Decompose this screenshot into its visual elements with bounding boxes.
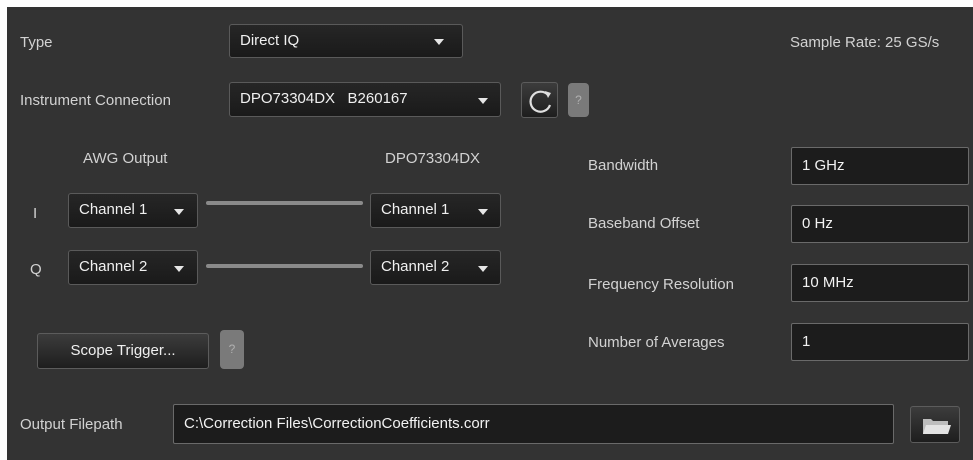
number-of-averages-label: Number of Averages [588,334,725,351]
chevron-down-icon [478,208,488,215]
connection-line-q [206,264,363,268]
chevron-down-icon [174,208,184,215]
channel-row-label-i: I [33,205,38,222]
browse-folder-button[interactable] [910,406,960,443]
frequency-resolution-label: Frequency Resolution [588,276,734,293]
type-dropdown-value: Direct IQ [240,32,300,49]
type-dropdown[interactable]: Direct IQ [229,24,463,58]
sample-rate-text: Sample Rate: 25 GS/s [790,34,940,51]
awg-output-header: AWG Output [83,150,168,167]
scope-trigger-help-button[interactable]: ? [220,330,244,369]
instrument-connection-value: DPO73304DX B260167 [240,90,408,107]
baseband-offset-field[interactable]: 0 Hz [791,205,969,243]
bandwidth-label: Bandwidth [588,157,659,174]
awg-channel-value-q: Channel 2 [79,258,148,275]
folder-icon [923,419,951,434]
awg-channel-dropdown-q[interactable]: Channel 2 [68,250,198,285]
scope-channel-dropdown-i[interactable]: Channel 1 [370,193,501,228]
baseband-offset-label: Baseband Offset [588,215,700,232]
chevron-down-icon [478,97,488,104]
output-filepath-label: Output Filepath [20,416,123,433]
awg-channel-dropdown-i[interactable]: Channel 1 [68,193,198,228]
instrument-connection-label: Instrument Connection [20,92,171,109]
scope-header: DPO73304DX [385,150,481,167]
refresh-icon [529,90,552,113]
chevron-down-icon [478,265,488,272]
instrument-connection-dropdown[interactable]: DPO73304DX B260167 [229,82,501,117]
scope-trigger-button[interactable]: Scope Trigger... [37,333,209,369]
scope-channel-value-q: Channel 2 [381,258,450,275]
frequency-resolution-field[interactable]: 10 MHz [791,264,969,302]
chevron-down-icon [434,39,444,45]
refresh-button[interactable] [521,82,558,118]
bandwidth-field[interactable]: 1 GHz [791,147,969,185]
connection-line-i [206,201,363,205]
output-filepath-field[interactable]: C:\Correction Files\CorrectionCoefficien… [173,404,894,444]
awg-channel-value-i: Channel 1 [79,201,148,218]
scope-channel-value-i: Channel 1 [381,201,450,218]
chevron-down-icon [174,265,184,272]
number-of-averages-field[interactable]: 1 [791,323,969,361]
channel-row-label-q: Q [30,261,42,278]
type-label: Type [20,34,53,51]
scope-channel-dropdown-q[interactable]: Channel 2 [370,250,501,285]
instrument-help-button[interactable]: ? [568,83,589,117]
